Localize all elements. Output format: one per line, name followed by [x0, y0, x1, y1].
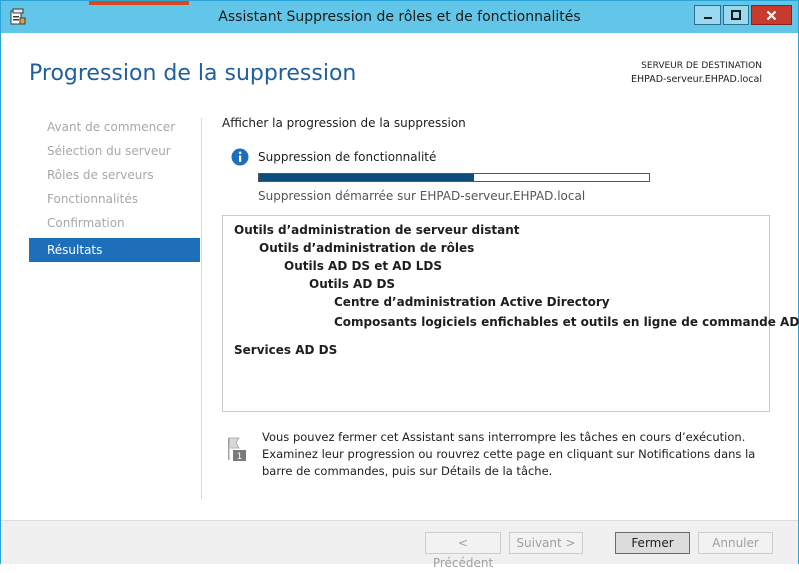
nav-divider: [201, 118, 202, 499]
results-list[interactable]: Outils d’administration de serveur dista…: [222, 215, 799, 412]
info-icon: [231, 148, 249, 166]
page-title: Progression de la suppression: [29, 61, 357, 86]
nav-item-confirmation: Confirmation: [47, 216, 125, 230]
previous-button[interactable]: < Précédent: [425, 532, 501, 570]
nav-item-roles-serveurs: Rôles de serveurs: [47, 168, 154, 182]
cancel-button[interactable]: Annuler: [698, 532, 773, 554]
wizard-footer: < Précédent Suivant > Fermer Annuler: [1, 520, 798, 570]
progress-bar-fill: [259, 174, 474, 181]
maximize-icon: [731, 10, 741, 20]
nav-item-selection-serveur: Sélection du serveur: [47, 144, 171, 158]
progress-bar: [258, 173, 650, 182]
nav-item-resultats[interactable]: Résultats: [29, 238, 200, 262]
section-label: Afficher la progression de la suppressio…: [222, 116, 466, 130]
minimize-icon: [703, 17, 712, 19]
progress-status-text: Suppression démarrée sur EHPAD-serveur.E…: [258, 189, 586, 203]
results-item: Services AD DS: [234, 343, 338, 357]
window-title: Assistant Suppression de rôles et de fon…: [218, 9, 581, 25]
destination-server-name: EHPAD-serveur.EHPAD.local: [631, 74, 762, 85]
results-item: Outils AD DS: [309, 277, 396, 291]
maximize-button[interactable]: [723, 5, 749, 25]
wizard-window: Assistant Suppression de rôles et de fon…: [0, 0, 799, 570]
close-button[interactable]: [751, 5, 792, 25]
results-item: Outils d’administration de rôles: [259, 241, 475, 255]
nav-item-fonctionnalites: Fonctionnalités: [47, 192, 138, 206]
info-note: Vous pouvez fermer cet Assistant sans in…: [262, 430, 756, 478]
destination-server-label: SERVEUR DE DESTINATION: [641, 61, 762, 71]
close-wizard-button[interactable]: Fermer: [615, 532, 690, 554]
nav-item-avant-de-commencer: Avant de commencer: [47, 120, 176, 134]
title-bar[interactable]: Assistant Suppression de rôles et de fon…: [1, 1, 798, 33]
close-icon: [766, 10, 777, 20]
flag-note-icon: 1: [228, 437, 246, 462]
results-item: Outils d’administration de serveur dista…: [234, 223, 520, 237]
status-title: Suppression de fonctionnalité: [258, 150, 437, 164]
minimize-button[interactable]: [694, 5, 721, 25]
taskbar-strip: [89, 1, 189, 5]
next-button[interactable]: Suivant >: [509, 532, 583, 554]
results-item: Centre d’administration Active Directory: [334, 295, 610, 309]
results-item: Composants logiciels enfichables et outi…: [334, 315, 799, 329]
wizard-steps-nav: Avant de commencer Sélection du serveur …: [29, 118, 200, 262]
note-badge: 1: [237, 452, 243, 462]
results-item: Outils AD DS et AD LDS: [284, 259, 442, 273]
